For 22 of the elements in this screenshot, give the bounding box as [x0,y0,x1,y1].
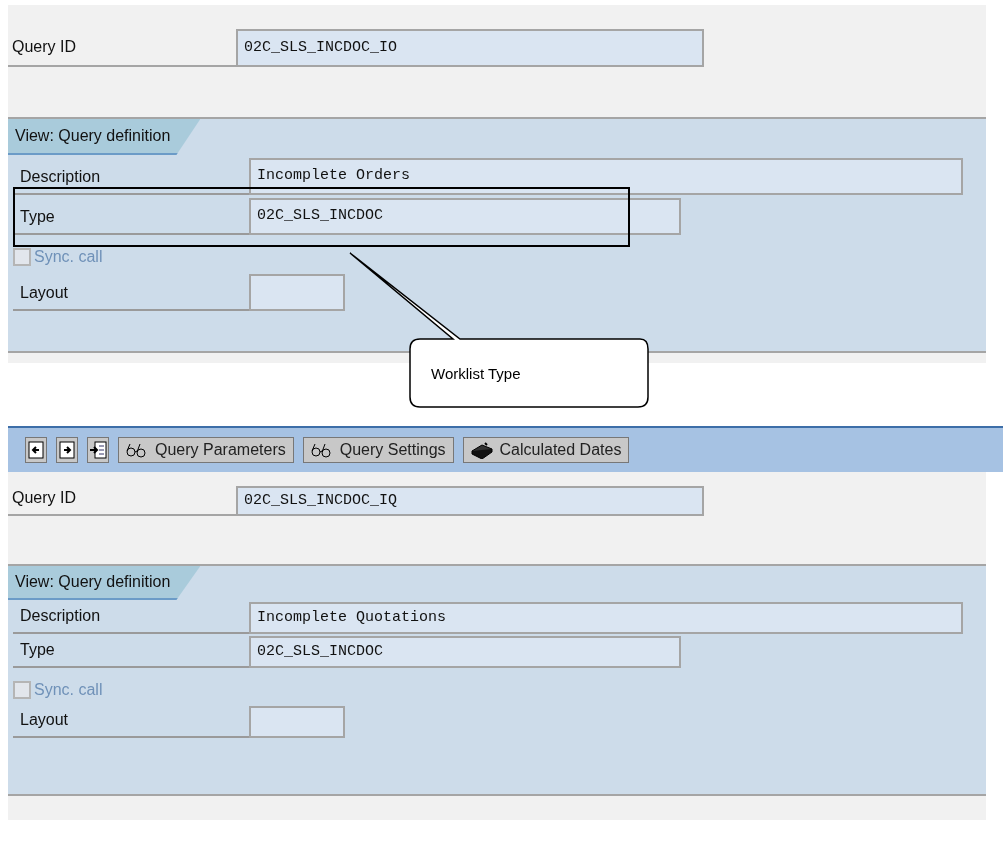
toolbar-button[interactable]: Query Parameters [118,437,294,463]
toolbar-icon-button[interactable] [87,437,109,463]
input-field[interactable]: 02C_SLS_INCDOC_IQ [236,486,704,516]
toolbar-button[interactable]: Calculated Dates [462,437,630,463]
toolbar-button[interactable]: Query Settings [302,437,454,463]
glasses-icon [310,442,333,458]
checkbox-label: Sync. call [34,680,103,700]
toolbar-icon-button[interactable] [25,437,47,463]
input-field[interactable] [249,274,345,311]
input-field[interactable]: 02C_SLS_INCDOC [249,636,681,668]
page-forward-icon [59,441,75,459]
input-field[interactable]: Incomplete Quotations [249,602,963,634]
input-field[interactable] [249,706,345,738]
input-field[interactable]: 02C_SLS_INCDOC [249,198,681,235]
callout-text: Worklist Type [431,364,521,384]
checkbox-label: Sync. call [34,247,103,267]
page-back-icon [28,441,44,459]
input-field[interactable]: 02C_SLS_INCDOC_IO [236,29,704,67]
toolbar-icon-button[interactable] [56,437,78,463]
glasses-icon [126,442,148,458]
input-field[interactable]: Incomplete Orders [249,158,963,195]
page-export-icon [89,441,107,459]
